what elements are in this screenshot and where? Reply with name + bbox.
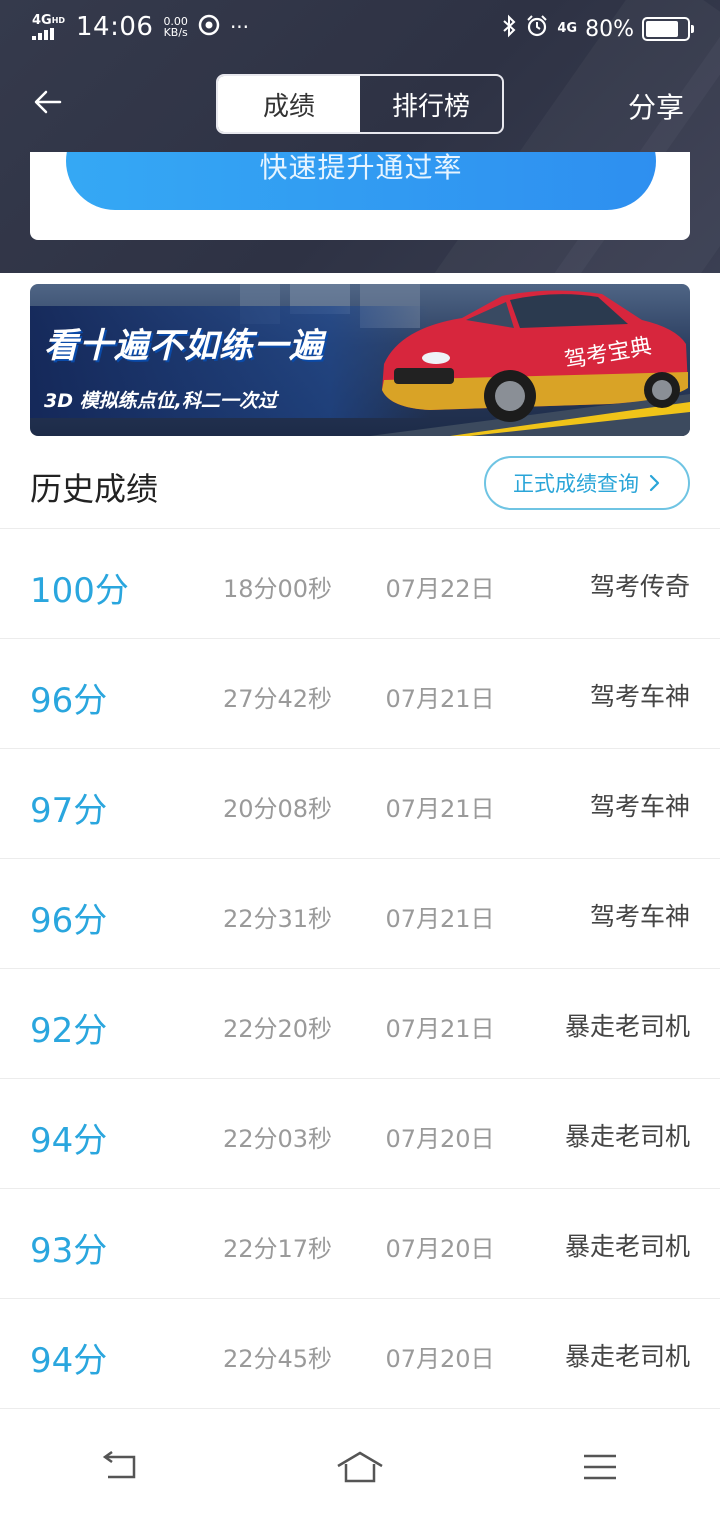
duration: 22分03秒 [222,1125,333,1153]
score-value: 94分 [30,1121,108,1161]
arrow-left-icon [34,90,62,114]
exam-date: 07月21日 [385,685,495,713]
net-speed: 0.00 KB/s [163,15,188,39]
score-value: 92分 [30,1011,108,1051]
score-row[interactable]: 100分 18分00秒 07月22日 驾考传奇 [0,529,720,639]
score-row[interactable]: 93分 22分17秒 07月20日 暴走老司机 [0,1189,720,1299]
duration: 27分42秒 [222,685,333,713]
exam-date: 07月20日 [385,1125,495,1153]
car-illustration: 驾考宝典 [382,290,688,422]
rank-title: 暴走老司机 [564,1122,690,1151]
return-icon [102,1450,136,1478]
signal-bars-icon [32,27,66,40]
score-row[interactable]: 94分 22分03秒 07月20日 暴走老司机 [0,1079,720,1189]
system-nav-bar [0,1412,720,1521]
bluetooth-icon [501,14,517,44]
rank-title: 暴走老司机 [564,1012,690,1041]
system-home-button[interactable] [320,1427,400,1507]
signal-indicator: 4GHD [32,14,66,40]
more-notifications: ··· [229,15,250,39]
official-score-query-button[interactable]: 正式成绩查询 [484,456,690,510]
banner-subline: 3D 模拟练点位,科二一次过 [44,390,277,412]
alarm-icon [525,14,549,44]
score-value: 96分 [30,681,108,721]
back-button[interactable] [32,86,72,122]
duration: 22分20秒 [222,1015,333,1043]
score-value: 100分 [30,571,129,611]
status-bar: 4GHD 14:06 0.00 KB/s ··· 4G 80% [0,0,720,58]
exam-date: 07月21日 [385,795,495,823]
query-button-label: 正式成绩查询 [513,472,639,496]
duration: 22分17秒 [222,1235,333,1263]
banner-headline: 看十遍不如练一遍 [44,326,324,366]
chevron-right-icon [649,474,660,492]
home-icon [337,1451,383,1482]
menu-icon [584,1454,616,1479]
promo-card: 快速提升通过率 [30,152,690,240]
score-value: 93分 [30,1231,108,1271]
app-notification-icon [198,14,220,40]
rank-title: 驾考车神 [589,792,690,821]
nav-bar: 成绩 排行榜 分享 [0,72,720,136]
rank-title: 驾考传奇 [589,572,690,601]
improve-pass-rate-button[interactable]: 快速提升通过率 [66,152,656,210]
battery-icon [642,17,694,41]
network-type: 4G [557,21,578,36]
score-row[interactable]: 94分 22分45秒 07月20日 暴走老司机 [0,1299,720,1409]
battery-level [646,21,678,37]
exam-date: 07月20日 [385,1345,495,1373]
tab-scores[interactable]: 成绩 [218,76,360,132]
score-row[interactable]: 97分 20分08秒 07月21日 驾考车神 [0,749,720,859]
rank-title: 驾考车神 [589,682,690,711]
rank-title: 暴走老司机 [564,1232,690,1261]
exam-date: 07月20日 [385,1235,495,1263]
segment-control: 成绩 排行榜 [216,74,504,134]
tab-leaderboard[interactable]: 排行榜 [360,76,502,132]
clock: 14:06 [76,12,154,42]
battery-percent: 80% [585,16,634,42]
score-row[interactable]: 96分 22分31秒 07月21日 驾考车神 [0,859,720,969]
score-row[interactable]: 96分 27分42秒 07月21日 驾考车神 [0,639,720,749]
score-value: 96分 [30,901,108,941]
system-menu-button[interactable] [560,1427,640,1507]
rank-title: 暴走老司机 [564,1342,690,1371]
score-history-list: 100分 18分00秒 07月22日 驾考传奇 96分 27分42秒 07月21… [0,529,720,1409]
history-title: 历史成绩 [30,470,159,508]
system-back-button[interactable] [80,1427,160,1507]
header-area: 4GHD 14:06 0.00 KB/s ··· 4G 80% 成绩 排行榜 分… [0,0,720,273]
score-row[interactable]: 92分 22分20秒 07月21日 暴走老司机 [0,969,720,1079]
exam-date: 07月21日 [385,1015,495,1043]
duration: 20分08秒 [222,795,333,823]
duration: 18分00秒 [222,575,333,603]
ad-banner[interactable]: 看十遍不如练一遍 3D 模拟练点位,科二一次过 驾考宝典 [30,284,690,436]
share-button[interactable]: 分享 [628,86,684,126]
exam-date: 07月22日 [385,575,495,603]
duration: 22分31秒 [222,905,333,933]
duration: 22分45秒 [222,1345,333,1373]
rank-title: 驾考车神 [589,902,690,931]
score-value: 94分 [30,1341,108,1381]
exam-date: 07月21日 [385,905,495,933]
score-value: 97分 [30,791,108,831]
